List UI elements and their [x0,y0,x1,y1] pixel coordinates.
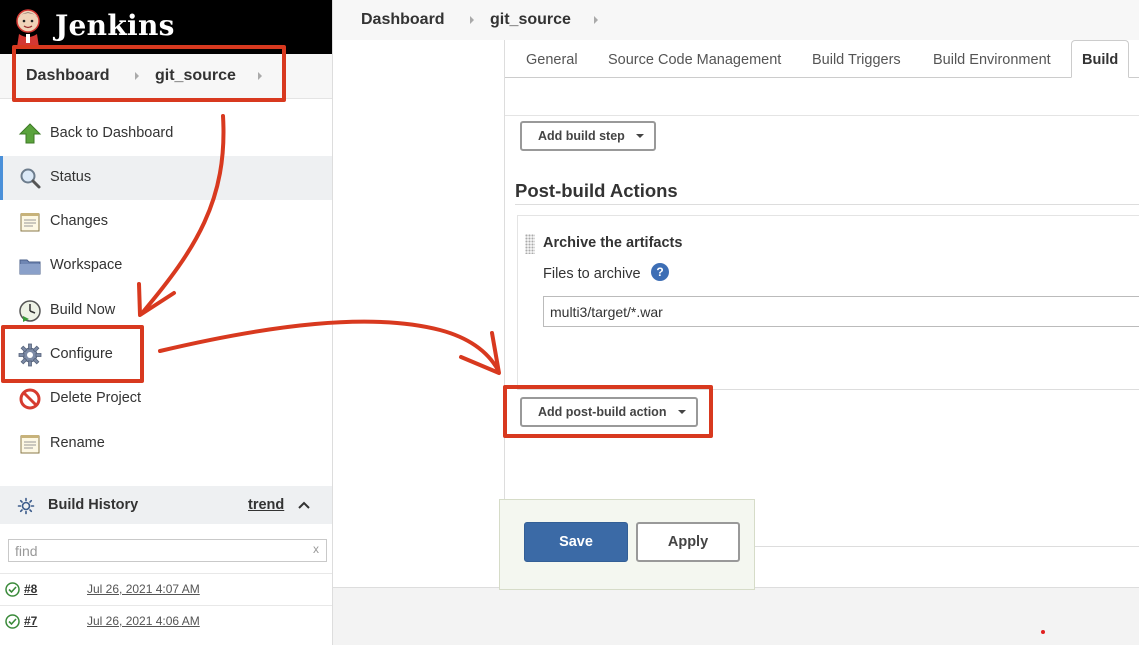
sidebar-item-label: Changes [50,213,109,229]
success-check-icon [5,582,20,597]
chevron-right-icon[interactable] [258,72,262,80]
folder-icon [19,259,41,275]
sidebar-item-label: Back to Dashboard [50,125,174,141]
sidebar-item-workspace[interactable]: Workspace [0,244,332,288]
build-section-end [505,78,1139,116]
files-to-archive-field[interactable] [543,296,1139,327]
left-panel: Jenkins Dashboard git_source Back to Das… [0,0,332,645]
apply-button[interactable]: Apply [636,522,740,562]
build-date-link[interactable]: Jul 26, 2021 4:07 AM [87,582,200,596]
no-entry-icon [19,388,41,410]
post-build-actions-title: Post-build Actions [515,180,678,201]
build-history-find-input[interactable] [8,539,327,562]
build-number-link[interactable]: #8 [24,582,37,596]
caret-down-icon [678,410,686,414]
tab-build-triggers[interactable]: Build Triggers [812,52,901,68]
caret-down-icon [636,134,644,138]
table-row: #8 Jul 26, 2021 4:07 AM [0,573,332,605]
breadcrumb: Dashboard git_source [0,54,332,99]
clock-play-icon [19,300,41,322]
notepad-icon [20,435,40,454]
sidebar-item-label: Rename [50,435,105,451]
notepad-icon [20,213,40,232]
red-dot-marker [1041,630,1045,634]
config-tabs: General Source Code Management Build Tri… [505,40,1139,78]
trend-link[interactable]: trend [248,497,284,513]
jenkins-butler-logo[interactable] [12,7,44,47]
sidebar-item-delete-project[interactable]: Delete Project [0,377,332,421]
chevron-right-icon [470,16,474,24]
help-icon[interactable]: ? [651,263,669,281]
build-date-link[interactable]: Jul 26, 2021 4:06 AM [87,614,200,628]
add-post-build-action-label: Add post-build action [538,405,667,419]
breadcrumb-dashboard[interactable]: Dashboard [26,67,110,85]
tab-build-environment[interactable]: Build Environment [933,52,1051,68]
gear-icon [18,343,42,367]
breadcrumb-git-source[interactable]: git_source [490,11,571,29]
sidebar-item-configure[interactable]: Configure [0,333,332,377]
up-arrow-icon [18,123,42,144]
jenkins-configure-screen: Jenkins Dashboard git_source Back to Das… [0,0,1139,645]
search-icon [20,168,41,189]
build-history-header: Build History trend [0,486,332,524]
sidebar-item-rename[interactable]: Rename [0,422,332,466]
sidebar-item-status[interactable]: Status [0,156,332,200]
breadcrumb-git-source[interactable]: git_source [155,67,236,85]
breadcrumb: Dashboard git_source [333,0,1139,40]
files-to-archive-label: Files to archive [543,266,641,282]
add-build-step-label: Add build step [538,129,625,143]
sidebar-item-label: Configure [50,346,113,362]
build-number-link[interactable]: #7 [24,614,37,628]
breadcrumb-dashboard[interactable]: Dashboard [361,11,445,29]
tab-general[interactable]: General [526,52,578,68]
success-check-icon [5,614,20,629]
sidebar-item-label: Workspace [50,257,123,273]
job-config-form: General Source Code Management Build Tri… [504,40,1139,547]
chevron-up-icon[interactable] [298,501,310,509]
sidebar-item-back-to-dashboard[interactable]: Back to Dashboard [0,112,332,156]
build-history-title: Build History [48,497,139,513]
drag-handle-icon[interactable] [525,234,535,254]
brand-name[interactable]: Jenkins [55,9,175,42]
clear-find-button[interactable]: x [313,542,319,556]
save-button[interactable]: Save [524,522,628,562]
add-post-build-action-button[interactable]: Add post-build action [520,397,698,427]
chevron-right-icon[interactable] [594,16,598,24]
archive-artifacts-block: Archive the artifacts Files to archive ? [517,215,1139,390]
add-build-step-button[interactable]: Add build step [520,121,656,151]
table-row: #7 Jul 26, 2021 4:06 AM [0,605,332,637]
sidebar-item-label: Delete Project [50,390,142,406]
tab-build[interactable]: Build [1071,40,1130,78]
chevron-right-icon [135,72,139,80]
tab-source-code-management[interactable]: Source Code Management [608,52,781,68]
section-divider [515,204,1139,205]
build-history-icon [17,497,35,515]
save-apply-bar: Save Apply [499,499,755,590]
sidebar-item-label: Status [50,169,92,185]
jenkins-header: Jenkins [0,0,332,54]
sidebar-item-changes[interactable]: Changes [0,200,332,244]
sidebar-item-label: Build Now [50,302,116,318]
sidebar-item-build-now[interactable]: Build Now [0,289,332,333]
archive-artifacts-title: Archive the artifacts [543,235,683,251]
